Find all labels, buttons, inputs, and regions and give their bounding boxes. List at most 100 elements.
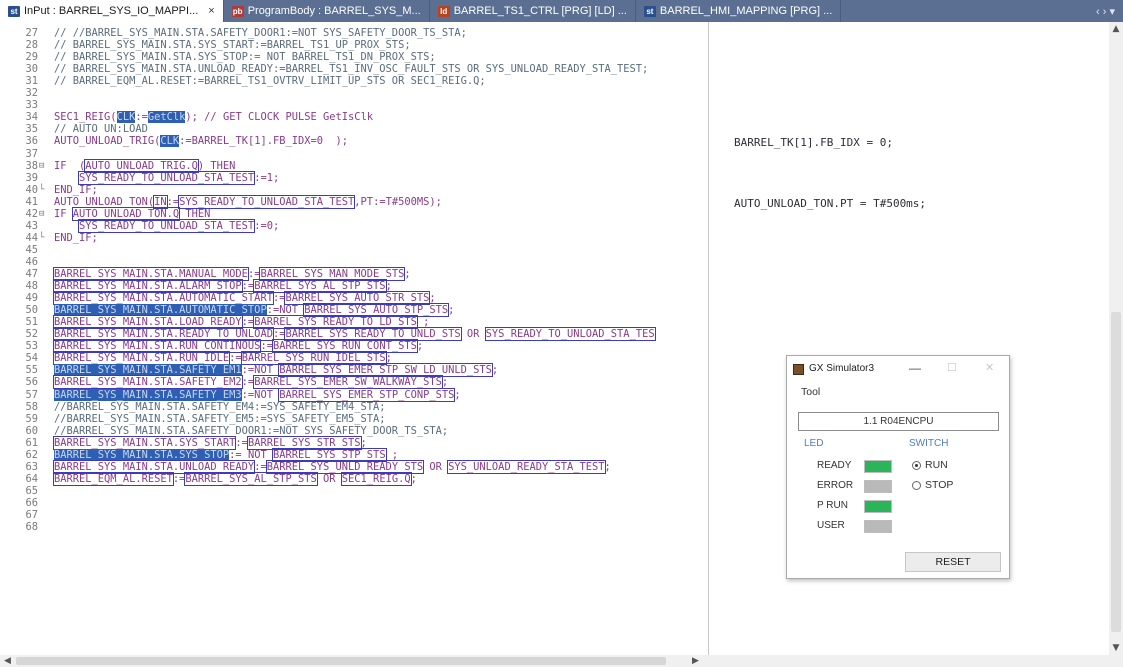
code-line[interactable]: 63 BARREL_SYS_MAIN.STA.UNLOAD_READY:=BARR… <box>0 459 706 474</box>
horizontal-scrollbar[interactable]: ◀ ▶ <box>0 655 1123 667</box>
code-line[interactable]: 28 // BARREL_SYS_MAIN.STA.SYS_START:=BARR… <box>0 39 706 51</box>
code-line[interactable]: 27 // //BARREL_SYS_MAIN.STA.SAFETY_DOOR1:… <box>0 27 706 39</box>
code-token: IF ( <box>54 159 86 172</box>
code-line[interactable]: 61 BARREL_SYS_MAIN.STA.SYS_START:=BARREL_… <box>0 435 706 450</box>
code-line[interactable]: 34 SEC1_REIG(CLK:=GetClk); // GET CLOCK P… <box>0 111 706 124</box>
line-number: 68 <box>25 521 38 534</box>
code-line[interactable]: 56 BARREL_SYS_MAIN.STA.SAFETY_EM2:=BARREL… <box>0 375 706 390</box>
code-token: := <box>235 436 248 449</box>
horizontal-scroll-thumb[interactable] <box>16 657 666 665</box>
code-line[interactable]: 43 SYS_READY_TO_UNLOAD_STA_TEST:=0; <box>0 218 706 233</box>
editor-tab-bar: st InPut : BARREL_SYS_IO_MAPPI... × pb Progr… <box>0 0 1123 22</box>
code-line[interactable]: 31 // BARREL_EQM_AL.RESET:=BARREL_TS1_OVT… <box>0 75 706 87</box>
vertical-scrollbar[interactable]: ▲ ▼ <box>1109 22 1123 655</box>
code-line[interactable]: 35 // AUTO UN:LOAD <box>0 123 706 135</box>
scroll-down-icon[interactable]: ▼ <box>1109 641 1123 655</box>
switch-radio-run[interactable]: RUN <box>912 459 948 471</box>
radio-icon[interactable] <box>912 480 921 490</box>
code-line[interactable]: 53 BARREL_SYS_MAIN.STA.RUN_CONTINOUS:=BAR… <box>0 339 706 354</box>
code-line[interactable]: 44 └ END_IF; <box>0 232 706 244</box>
switch-radio-stop[interactable]: STOP <box>912 479 953 491</box>
code-line[interactable]: 64 BARREL_EQM_AL.RESET:=BARREL_SYS_AL_STP… <box>0 471 706 486</box>
code-line[interactable]: 54 BARREL_SYS_MAIN.STA.RUN_IDLE:=BARREL_S… <box>0 351 706 366</box>
close-icon: ✕ <box>985 362 995 374</box>
fold-collapse-icon[interactable]: ⊟ <box>39 160 49 172</box>
tab-4[interactable]: st BARREL_HMI_MAPPING [PRG] ... <box>636 0 842 22</box>
code-text: BARREL_SYS_MAIN.STA.RUN_IDLE:=BARREL_SYS… <box>52 351 392 366</box>
code-line[interactable]: 29 // BARREL_SYS_MAIN.STA.SYS_STOP:= NOT … <box>0 51 706 63</box>
line-number: 28 <box>25 39 38 52</box>
code-line[interactable]: 47 BARREL_SYS_MAIN.STA.MANUAL_MODE:=BARRE… <box>0 267 706 281</box>
line-number: 60 <box>25 424 38 437</box>
code-line[interactable]: 46 <box>0 256 706 268</box>
code-line[interactable]: 37 <box>0 148 706 160</box>
variable-token: BARREL_SYS_MAN_MODE_STS <box>259 267 406 281</box>
menu-tool[interactable]: Tool <box>801 386 820 398</box>
code-line[interactable]: 33 <box>0 99 706 111</box>
tab-close-icon[interactable]: × <box>208 5 214 17</box>
line-number: 29 <box>25 51 38 64</box>
code-pane[interactable]: 27 // //BARREL_SYS_MAIN.STA.SAFETY_DOOR1:… <box>0 22 706 655</box>
code-token: := NOT <box>229 448 273 461</box>
code-token: END_IF; <box>54 231 98 244</box>
code-token: :=1; <box>254 171 280 184</box>
code-line[interactable]: 52 BARREL_SYS_MAIN.STA.READY_TO_UNLOAD:=B… <box>0 327 706 342</box>
code-text: IF AUTO_UNLOAD_TON.Q THEN <box>54 206 210 221</box>
code-line[interactable]: 65 <box>0 485 706 497</box>
code-line[interactable]: 45 <box>0 244 706 256</box>
tab-list-dropdown[interactable]: ‹ › ▾ <box>1088 0 1123 22</box>
code-line[interactable]: 36 AUTO_UNLOAD_TRIG(CLK:=BARREL_TK[1].FB_… <box>0 135 706 148</box>
code-line[interactable]: 60 //BARREL_SYS_MAIN.STA.SAFETY_DOOR1:=NO… <box>0 425 706 437</box>
scroll-left-icon[interactable]: ◀ <box>4 655 11 667</box>
vertical-scroll-thumb[interactable] <box>1111 312 1121 632</box>
code-token: := <box>272 292 286 305</box>
code-line[interactable]: 39 SYS_READY_TO_UNLOAD_STA_TEST:=1; <box>0 170 706 185</box>
code-token: ; <box>410 472 417 485</box>
code-line[interactable]: 66 <box>0 497 706 509</box>
code-line[interactable]: 30 // BARREL_SYS_MAIN.STA.UNLOAD_READY:=B… <box>0 63 706 75</box>
code-token: := <box>260 340 273 353</box>
variable-token: BARREL_SYS_AL_STP_STS <box>253 279 387 294</box>
minimize-icon[interactable]: — <box>909 361 921 375</box>
code-line[interactable]: 48 BARREL_SYS_MAIN.STA.ALARM_STOP:=BARREL… <box>0 279 706 294</box>
code-line[interactable]: 49 BARREL_SYS_MAIN.STA.AUTOMATIC_START:=B… <box>0 291 706 306</box>
code-line[interactable]: 32 <box>0 87 706 99</box>
tab-label: InPut : BARREL_SYS_IO_MAPPI... <box>24 5 199 17</box>
code-line[interactable]: 40 └ END_IF; <box>0 184 706 196</box>
code-token: :=NOT <box>266 304 305 317</box>
reset-button[interactable]: RESET <box>905 552 1001 572</box>
scroll-right-icon[interactable]: ▶ <box>692 655 699 667</box>
led-indicator <box>864 480 892 493</box>
line-number: 34 <box>25 111 38 124</box>
code-token: ; <box>604 460 611 473</box>
tab-1[interactable]: st InPut : BARREL_SYS_IO_MAPPI... × <box>0 0 224 22</box>
variable-token: BARREL_SYS_STR_STS <box>246 435 362 450</box>
code-line[interactable]: 51 BARREL_SYS_MAIN.STA.LOAD_READY:=BARREL… <box>0 315 706 330</box>
line-number: 57 <box>25 388 38 401</box>
simulator-title-bar[interactable]: GX Simulator3 — ☐ ✕ <box>787 356 1009 382</box>
line-number: 61 <box>25 436 38 449</box>
code-line[interactable]: 57 BARREL_SYS_MAIN.STA.SAFETY_EM3:=NOT BA… <box>0 387 706 402</box>
tab-file-icon: st <box>8 5 20 17</box>
fold-collapse-icon[interactable]: ⊟ <box>39 208 49 220</box>
code-text: BARREL_SYS_MAIN.STA.SYS_STOP:= NOT BARRE… <box>54 447 398 462</box>
code-line[interactable]: 67 <box>0 509 706 521</box>
tab-2[interactable]: pb ProgramBody : BARREL_SYS_M... <box>224 0 430 22</box>
code-line[interactable]: 41 AUTO_UNLOAD_TON(IN:=SYS_READY_TO_UNLOA… <box>0 194 706 209</box>
code-token: ; <box>385 280 392 293</box>
code-line[interactable]: 55 BARREL_SYS_MAIN.STA.SAFETY_EM1:=NOT BA… <box>0 363 706 378</box>
scroll-up-icon[interactable]: ▲ <box>1109 22 1123 36</box>
code-text: BARREL_SYS_MAIN.STA.RUN_CONTINOUS:=BARRE… <box>52 339 423 354</box>
code-line[interactable]: 58 //BARREL_SYS_MAIN.STA.SAFETY_EM4:=SYS_… <box>0 401 706 413</box>
radio-icon[interactable] <box>912 460 921 470</box>
code-line[interactable]: 38 ⊟ IF (AUTO_UNLOAD_TRIG.Q) THEN <box>0 158 706 173</box>
code-line[interactable]: 42 ⊟ IF AUTO_UNLOAD_TON.Q THEN <box>0 206 706 221</box>
tab-3[interactable]: ld BARREL_TS1_CTRL [PRG] [LD] ... <box>430 0 636 22</box>
code-line[interactable]: 62 BARREL_SYS_MAIN.STA.SYS_STOP:= NOT BAR… <box>0 447 706 462</box>
line-number: 66 <box>25 496 38 509</box>
code-line[interactable]: 68 <box>0 521 706 533</box>
line-number: 65 <box>25 484 38 497</box>
code-line[interactable]: 59 //BARREL_SYS_MAIN.STA.SAFETY_EM5:=SYS_… <box>0 413 706 425</box>
code-line[interactable]: 50 BARREL_SYS_MAIN.STA.AUTOMATIC_STOP:=NO… <box>0 303 706 318</box>
